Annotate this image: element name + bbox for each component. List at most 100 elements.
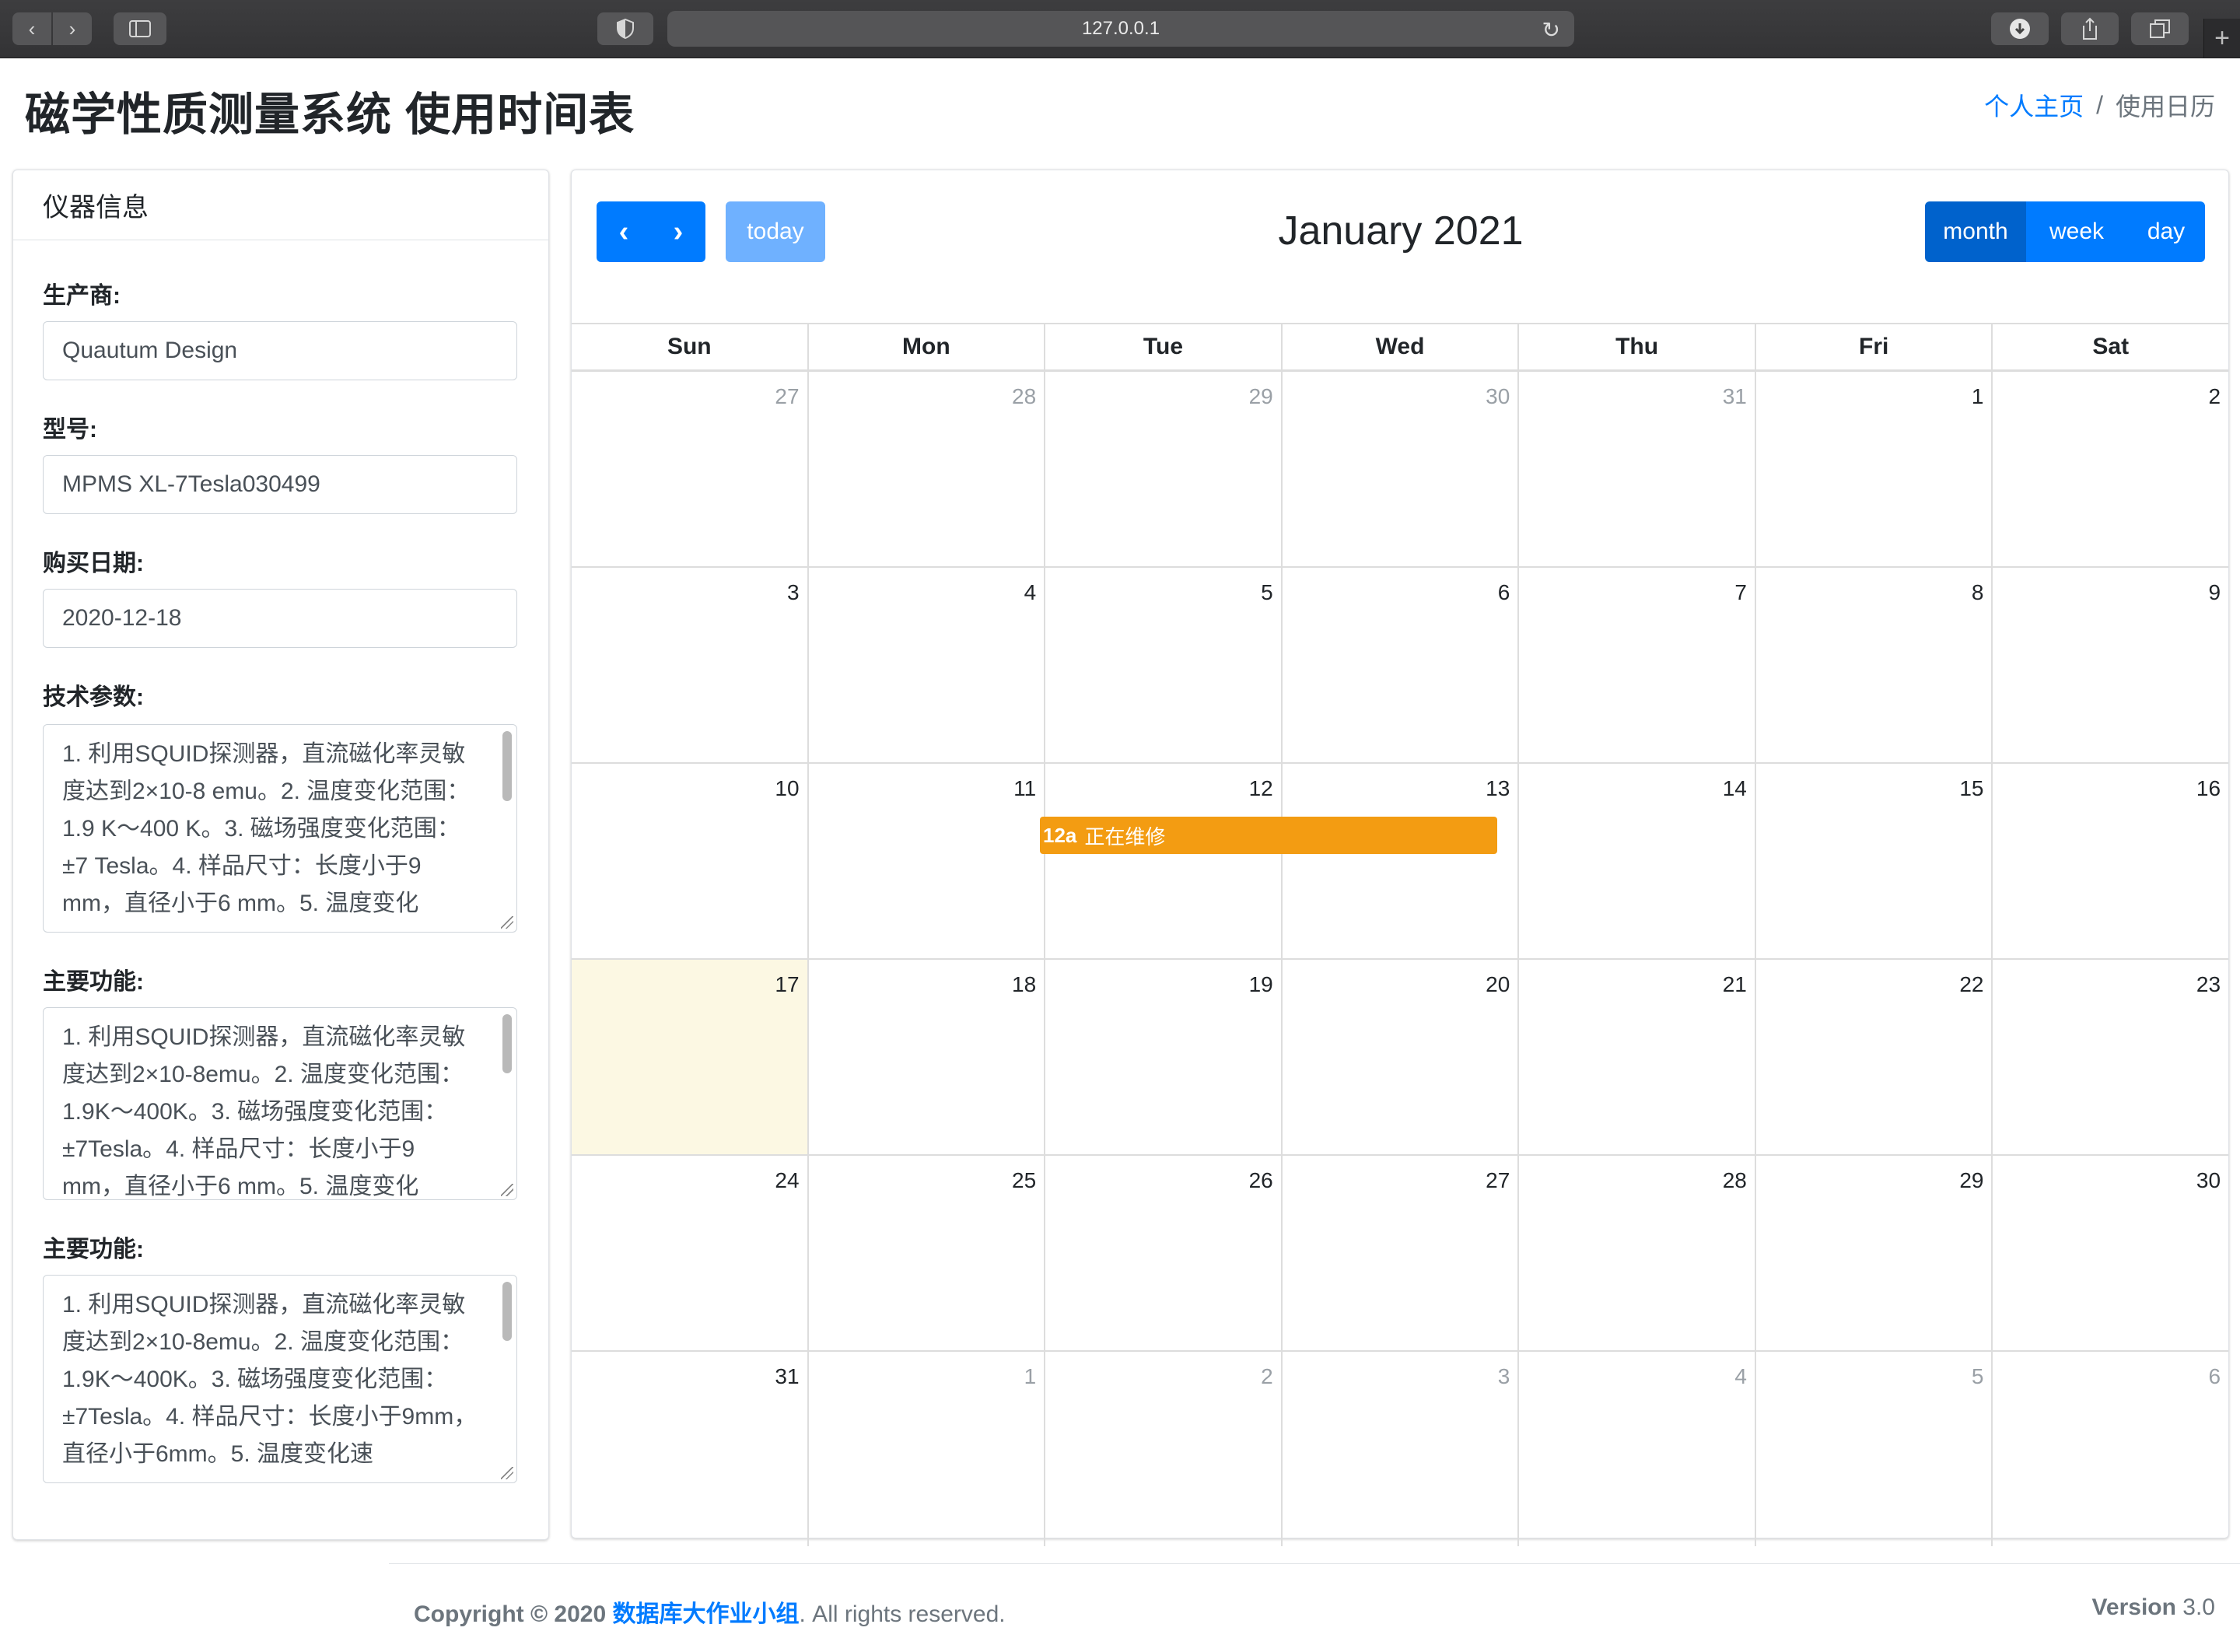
day-cell[interactable]: 4	[1517, 1352, 1755, 1546]
event-title: 正在维修	[1084, 824, 1166, 849]
forward-button[interactable]: ›	[53, 12, 92, 45]
day-cell[interactable]: 15	[1754, 764, 1992, 958]
day-cell[interactable]: 24	[572, 1156, 807, 1350]
day-cell[interactable]: 1	[807, 1352, 1045, 1546]
day-cell[interactable]: 22	[1754, 960, 1992, 1154]
main-functions-text: 1. 利用SQUID探测器，直流磁化率灵敏度达到2×10-8emu。2. 温度变…	[62, 1024, 466, 1199]
breadcrumb-home-link[interactable]: 个人主页	[1984, 87, 2084, 123]
shield-icon	[617, 19, 634, 39]
day-cell[interactable]: 31	[1517, 372, 1755, 566]
week-view-button[interactable]: week	[2026, 201, 2127, 262]
day-number: 29	[1959, 1168, 1984, 1192]
resize-grip-icon[interactable]	[501, 1467, 513, 1479]
day-cell[interactable]: 9	[1991, 568, 2228, 762]
day-cell[interactable]: 13	[1280, 764, 1518, 958]
day-cell[interactable]: 5	[1754, 1352, 1992, 1546]
day-cell[interactable]: 31	[572, 1352, 807, 1546]
day-number: 2	[1261, 1364, 1273, 1388]
resize-grip-icon[interactable]	[501, 1184, 513, 1196]
main-functions-textarea-2[interactable]: 1. 利用SQUID探测器，直流磁化率灵敏度达到2×10-8emu。2. 温度变…	[43, 1275, 517, 1483]
day-cell[interactable]: 23	[1991, 960, 2228, 1154]
day-number: 30	[2196, 1168, 2221, 1192]
main-functions-label: 主要功能:	[43, 969, 144, 995]
privacy-shield-button[interactable]	[597, 12, 653, 45]
textarea-scrollbar[interactable]	[502, 731, 512, 801]
day-cell[interactable]: 29	[1754, 1156, 1992, 1350]
instrument-card-title: 仪器信息	[13, 170, 548, 240]
day-cell[interactable]: 3	[572, 568, 807, 762]
breadcrumb-current: 使用日历	[2115, 93, 2215, 121]
day-cell[interactable]: 5	[1044, 568, 1281, 762]
weekday-header: Fri	[1754, 324, 1992, 369]
day-cell[interactable]: 30	[1280, 372, 1518, 566]
address-bar[interactable]: 127.0.0.1 ↻	[667, 11, 1574, 47]
day-cell[interactable]: 11	[807, 764, 1045, 958]
month-view-button[interactable]: month	[1925, 201, 2026, 262]
back-button[interactable]: ‹	[12, 12, 51, 45]
day-cell[interactable]: 8	[1754, 568, 1992, 762]
purchase-date-field[interactable]: 2020-12-18	[43, 589, 517, 648]
day-cell-today[interactable]: 17	[572, 960, 807, 1154]
day-cell[interactable]: 25	[807, 1156, 1045, 1350]
day-cell[interactable]: 3	[1280, 1352, 1518, 1546]
tabs-overview-button[interactable]	[2131, 12, 2189, 45]
day-cell[interactable]: 14	[1517, 764, 1755, 958]
day-number: 27	[1486, 1168, 1510, 1192]
day-cell[interactable]: 16	[1991, 764, 2228, 958]
manufacturer-field[interactable]: Quautum Design	[43, 321, 517, 380]
day-cell[interactable]: 21	[1517, 960, 1755, 1154]
day-cell[interactable]: 4	[807, 568, 1045, 762]
share-button[interactable]	[2061, 12, 2119, 45]
day-cell[interactable]: 10	[572, 764, 807, 958]
day-cell[interactable]: 6	[1280, 568, 1518, 762]
browser-toolbar: ‹ › 127.0.0.1 ↻ +	[0, 0, 2240, 58]
day-number: 28	[1012, 384, 1037, 408]
day-number: 11	[1013, 776, 1037, 800]
day-cell[interactable]: 1	[1754, 372, 1992, 566]
day-cell[interactable]: 19	[1044, 960, 1281, 1154]
instrument-info-card: 仪器信息 生产商: Quautum Design 型号: MPMS XL-7Te…	[12, 170, 549, 1540]
day-cell[interactable]: 2	[1044, 1352, 1281, 1546]
textarea-scrollbar[interactable]	[502, 1014, 512, 1073]
view-switcher: month week day	[1925, 201, 2205, 262]
calendar-toolbar: ‹ › today January 2021 month week day	[597, 201, 2205, 262]
day-cell[interactable]: 7	[1517, 568, 1755, 762]
textarea-scrollbar[interactable]	[502, 1282, 512, 1341]
weekday-header: Thu	[1517, 324, 1755, 369]
day-cell[interactable]: 18	[807, 960, 1045, 1154]
main-functions-label-2: 主要功能:	[43, 1237, 144, 1262]
day-cell[interactable]: 2	[1991, 372, 2228, 566]
model-field[interactable]: MPMS XL-7Tesla030499	[43, 455, 517, 514]
calendar-event[interactable]: 12a 正在维修	[1040, 817, 1497, 854]
day-number: 14	[1722, 776, 1747, 800]
tech-params-textarea[interactable]: 1. 利用SQUID探测器，直流磁化率灵敏度达到2×10-8 emu。2. 温度…	[43, 724, 517, 933]
day-cell[interactable]: 12	[1044, 764, 1281, 958]
day-cell[interactable]: 28	[807, 372, 1045, 566]
chevron-left-icon: ‹	[28, 16, 36, 40]
day-number: 1	[1971, 384, 1984, 408]
day-cell[interactable]: 30	[1991, 1156, 2228, 1350]
day-view-button[interactable]: day	[2127, 201, 2205, 262]
day-cell[interactable]: 27	[1280, 1156, 1518, 1350]
footer-rights: . All rights reserved.	[799, 1601, 1006, 1627]
day-cell[interactable]: 26	[1044, 1156, 1281, 1350]
day-cell[interactable]: 27	[572, 372, 807, 566]
day-cell[interactable]: 28	[1517, 1156, 1755, 1350]
reload-icon[interactable]: ↻	[1542, 17, 1560, 43]
day-cell[interactable]: 20	[1280, 960, 1518, 1154]
day-cell[interactable]: 6	[1991, 1352, 2228, 1546]
day-number: 31	[775, 1364, 800, 1388]
day-number: 6	[1497, 580, 1510, 604]
resize-grip-icon[interactable]	[501, 916, 513, 929]
day-number: 10	[775, 776, 800, 800]
day-number: 29	[1248, 384, 1273, 408]
day-number: 4	[1024, 580, 1037, 604]
new-tab-button[interactable]: +	[2203, 19, 2240, 58]
day-number: 2	[2208, 384, 2221, 408]
sidebar-toggle-button[interactable]	[114, 12, 166, 45]
day-cell[interactable]: 29	[1044, 372, 1281, 566]
main-functions-textarea[interactable]: 1. 利用SQUID探测器，直流磁化率灵敏度达到2×10-8emu。2. 温度变…	[43, 1007, 517, 1200]
day-number: 4	[1734, 1364, 1747, 1388]
footer-brand-link[interactable]: 数据库大作业小组	[613, 1601, 800, 1627]
download-button[interactable]	[1991, 12, 2049, 45]
